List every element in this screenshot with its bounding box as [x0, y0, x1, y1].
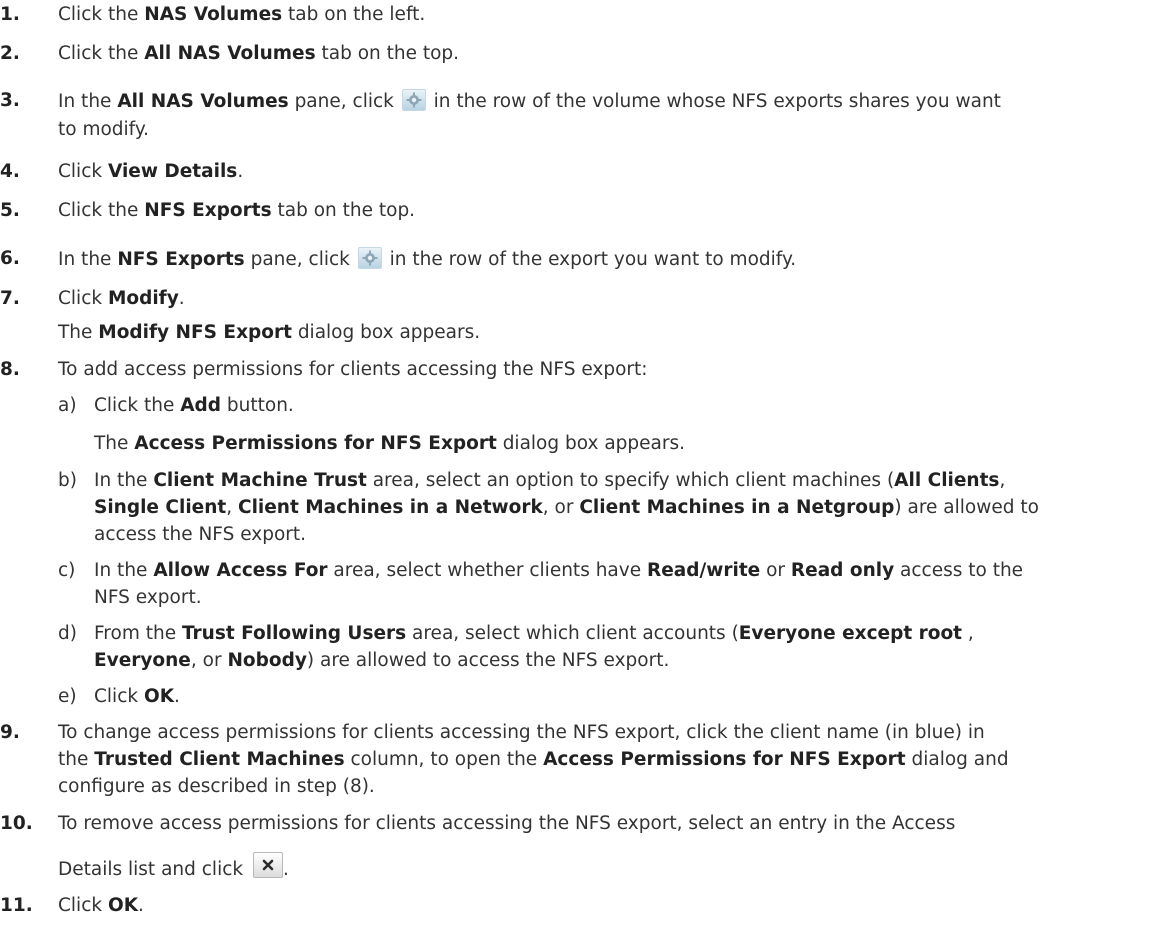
step-7-result: The Modify NFS Export dialog box appears…	[58, 322, 481, 343]
substep-a-result: The Access Permissions for NFS Export di…	[94, 433, 685, 454]
close-icon	[252, 852, 283, 878]
gear-icon	[357, 247, 382, 269]
procedure-document: 1. Click the NAS Volumes tab on the left…	[0, 4, 1039, 916]
gear-icon	[401, 89, 426, 111]
